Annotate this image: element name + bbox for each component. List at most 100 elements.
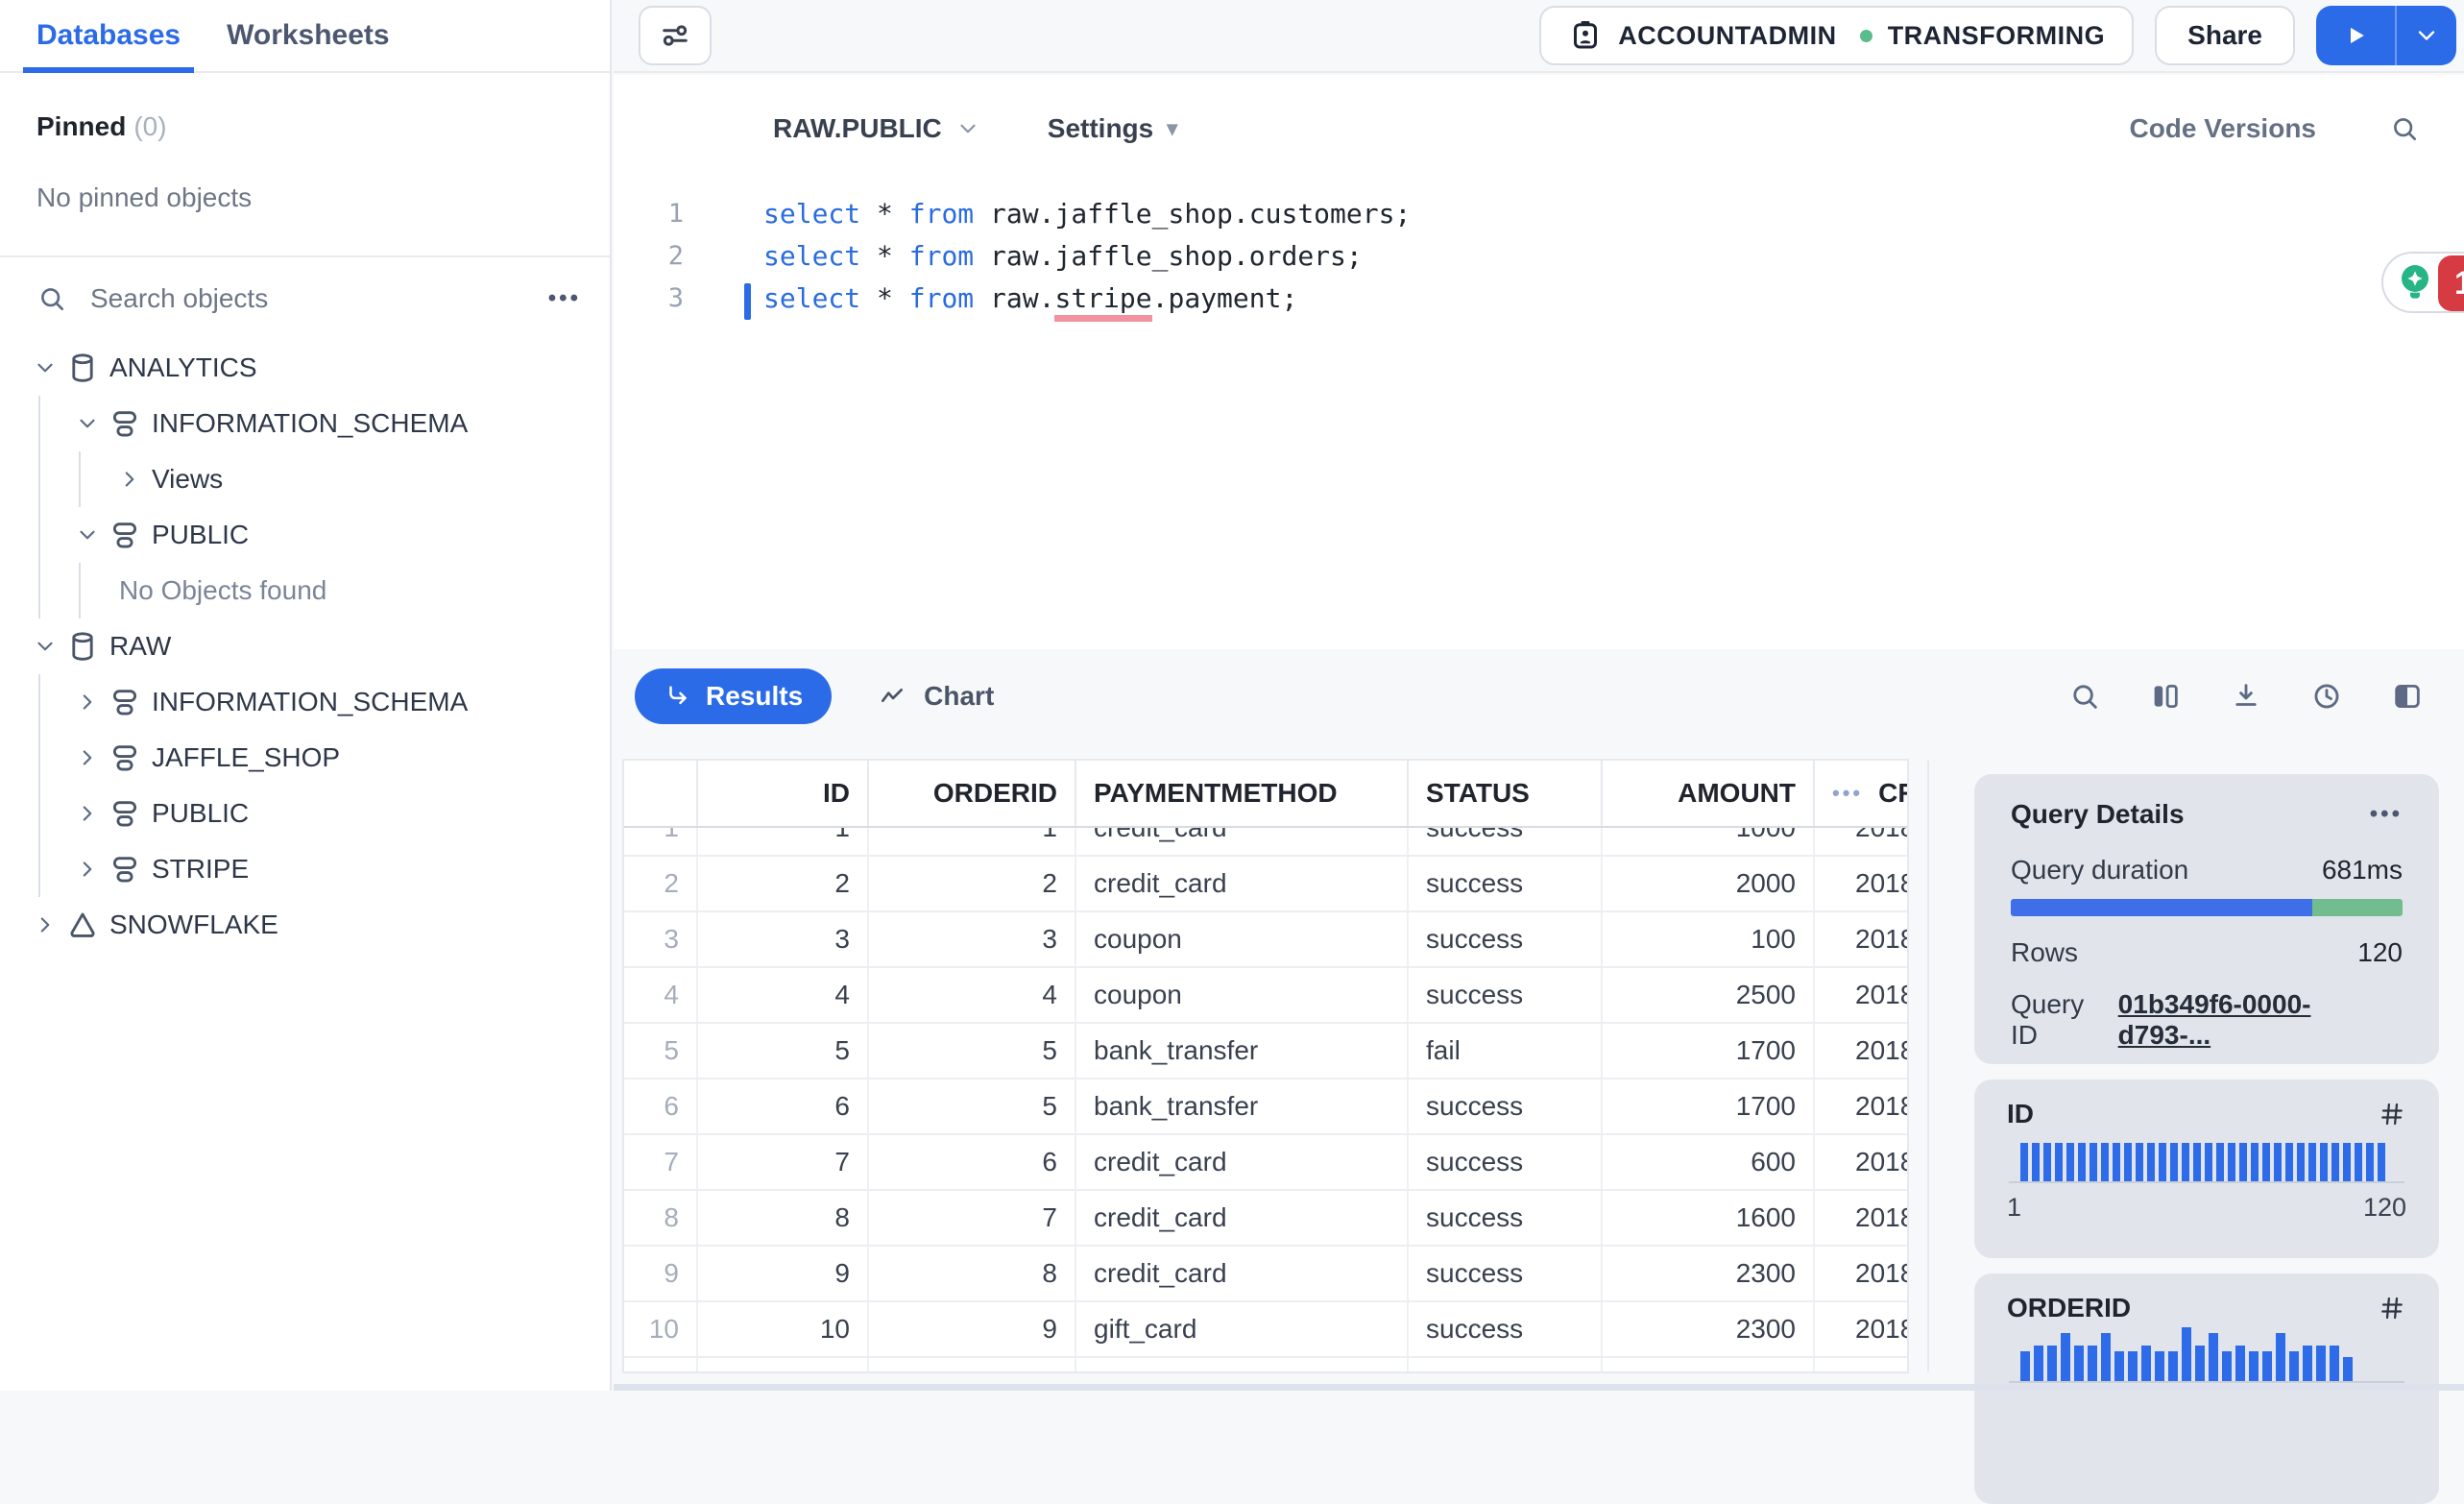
cell-status[interactable]: success: [1409, 968, 1603, 1022]
cell-paymentmethod[interactable]: bank_transfer: [1076, 1079, 1409, 1133]
code-line[interactable]: 1 select * from raw.jaffle_shop.customers…: [614, 192, 2464, 234]
column-header-paymentmethod[interactable]: PAYMENTMETHOD: [1076, 761, 1409, 826]
table-row[interactable]: 665bank_transfersuccess17002018: [624, 1079, 1907, 1135]
editor-search-icon[interactable]: [2389, 113, 2420, 144]
cell-paymentmethod[interactable]: credit_card: [1076, 1247, 1409, 1300]
columns-icon[interactable]: [2149, 680, 2182, 713]
cell-created[interactable]: 2018: [1815, 1191, 1907, 1245]
table-row[interactable]: 10109gift_cardsuccess23002018: [624, 1302, 1907, 1358]
row-number-cell[interactable]: 4: [624, 968, 698, 1022]
code-line[interactable]: 3 select * from raw.stripe.payment;: [614, 277, 2464, 322]
sidebar-item-views[interactable]: Views: [0, 451, 610, 507]
cell-amount[interactable]: 2300: [1603, 1247, 1815, 1300]
cell-status[interactable]: success: [1409, 1135, 1603, 1189]
cell-id[interactable]: 9: [698, 1247, 869, 1300]
cell-id[interactable]: 2: [698, 857, 869, 910]
cell-amount[interactable]: 1700: [1603, 1079, 1815, 1133]
cell-status[interactable]: success: [1409, 1079, 1603, 1133]
cell-amount[interactable]: 2300: [1603, 1302, 1815, 1356]
table-row[interactable]: 998credit_cardsuccess23002018: [624, 1247, 1907, 1302]
cell-amount[interactable]: 2000: [1603, 857, 1815, 910]
cell-orderid[interactable]: 2: [869, 857, 1076, 910]
cell-id[interactable]: 7: [698, 1135, 869, 1189]
share-button[interactable]: Share: [2155, 6, 2295, 65]
search-icon[interactable]: [2068, 680, 2101, 713]
cell-created[interactable]: 2018: [1815, 1247, 1907, 1300]
cell-status[interactable]: success: [1409, 1302, 1603, 1356]
cell-orderid[interactable]: 5: [869, 1024, 1076, 1078]
row-number-cell[interactable]: 9: [624, 1247, 698, 1300]
cell-paymentmethod[interactable]: coupon: [1076, 968, 1409, 1022]
cell-amount[interactable]: 1700: [1603, 1024, 1815, 1078]
row-number-cell[interactable]: 8: [624, 1191, 698, 1245]
column-menu-button[interactable]: •••: [1832, 781, 1863, 806]
cell-orderid[interactable]: 4: [869, 968, 1076, 1022]
cell-created[interactable]: 2018: [1815, 968, 1907, 1022]
chevron-down-icon[interactable]: [71, 411, 104, 436]
cell-id[interactable]: 5: [698, 1024, 869, 1078]
sidebar-item-information-schema[interactable]: INFORMATION_SCHEMA: [0, 674, 610, 730]
cell-paymentmethod[interactable]: credit_card: [1076, 828, 1409, 855]
cell-status[interactable]: success: [1409, 912, 1603, 966]
chevron-right-icon[interactable]: [71, 801, 104, 826]
sidebar-item-stripe[interactable]: STRIPE: [0, 841, 610, 897]
row-number-cell[interactable]: 7: [624, 1135, 698, 1189]
cell-orderid[interactable]: 5: [869, 1079, 1076, 1133]
sidebar-item-public[interactable]: PUBLIC: [0, 507, 610, 563]
table-row[interactable]: 333couponsuccess1002018: [624, 912, 1907, 968]
table-row[interactable]: 222credit_cardsuccess20002018: [624, 857, 1907, 912]
cell-amount[interactable]: 1600: [1603, 1191, 1815, 1245]
cell-paymentmethod[interactable]: credit_card: [1076, 1191, 1409, 1245]
cell-orderid[interactable]: 8: [869, 1247, 1076, 1300]
cell-amount[interactable]: 600: [1603, 1135, 1815, 1189]
row-number-cell[interactable]: 10: [624, 1302, 698, 1356]
cell-orderid[interactable]: 3: [869, 912, 1076, 966]
row-number-cell[interactable]: 2: [624, 857, 698, 910]
cell-id[interactable]: 1: [698, 828, 869, 855]
cell-id[interactable]: 4: [698, 968, 869, 1022]
cell-orderid[interactable]: 7: [869, 1191, 1076, 1245]
code-line[interactable]: 2 select * from raw.jaffle_shop.orders;: [614, 234, 2464, 277]
table-body[interactable]: 111credit_cardsuccess10002018222credit_c…: [624, 828, 1907, 1371]
run-options-button[interactable]: [2395, 6, 2456, 65]
row-number-cell[interactable]: 6: [624, 1079, 698, 1133]
row-number-cell[interactable]: 5: [624, 1024, 698, 1078]
cell-amount[interactable]: 1000: [1603, 828, 1815, 855]
run-button[interactable]: [2316, 6, 2395, 65]
table-row[interactable]: 776credit_cardsuccess6002018: [624, 1135, 1907, 1191]
cell-orderid[interactable]: 9: [869, 1302, 1076, 1356]
chevron-right-icon[interactable]: [113, 467, 146, 492]
row-number-cell[interactable]: 3: [624, 912, 698, 966]
role-warehouse-selector[interactable]: ACCOUNTADMIN TRANSFORMING: [1539, 6, 2135, 65]
cell-status[interactable]: success: [1409, 1247, 1603, 1300]
history-icon[interactable]: [2310, 680, 2343, 713]
cell-paymentmethod[interactable]: bank_transfer: [1076, 1024, 1409, 1078]
sidebar-item-analytics[interactable]: ANALYTICS: [0, 340, 610, 396]
tab-databases[interactable]: Databases: [23, 0, 195, 73]
column-header-id[interactable]: ID: [698, 761, 869, 826]
chevron-right-icon[interactable]: [71, 745, 104, 770]
row-number-cell[interactable]: 1: [624, 828, 698, 855]
sidebar-item-no-objects-found[interactable]: No Objects found: [0, 563, 610, 619]
sidebar-item-snowflake[interactable]: SNOWFLAKE: [0, 897, 610, 953]
cell-created[interactable]: 2018: [1815, 828, 1907, 855]
cell-created[interactable]: 2018: [1815, 1079, 1907, 1133]
cell-created[interactable]: 2018: [1815, 1302, 1907, 1356]
cell-orderid[interactable]: 6: [869, 1135, 1076, 1189]
cell-orderid[interactable]: 1: [869, 828, 1076, 855]
chevron-down-icon[interactable]: [71, 522, 104, 547]
cell-status[interactable]: success: [1409, 1191, 1603, 1245]
sidebar-item-raw[interactable]: RAW: [0, 619, 610, 674]
chevron-right-icon[interactable]: [71, 857, 104, 882]
code-versions-link[interactable]: Code Versions: [2129, 113, 2316, 144]
chevron-down-icon[interactable]: [29, 355, 61, 380]
settings-dropdown[interactable]: Settings ▾: [1048, 113, 1178, 144]
table-row[interactable]: 111credit_cardsuccess10002018: [624, 828, 1907, 857]
table-row[interactable]: 887credit_cardsuccess16002018: [624, 1191, 1907, 1247]
column-header-rownum[interactable]: [624, 761, 698, 826]
cell-id[interactable]: 3: [698, 912, 869, 966]
cell-paymentmethod[interactable]: coupon: [1076, 912, 1409, 966]
horizontal-scrollbar[interactable]: [614, 1384, 2464, 1391]
cell-amount[interactable]: 100: [1603, 912, 1815, 966]
cell-created[interactable]: 2018: [1815, 1024, 1907, 1078]
